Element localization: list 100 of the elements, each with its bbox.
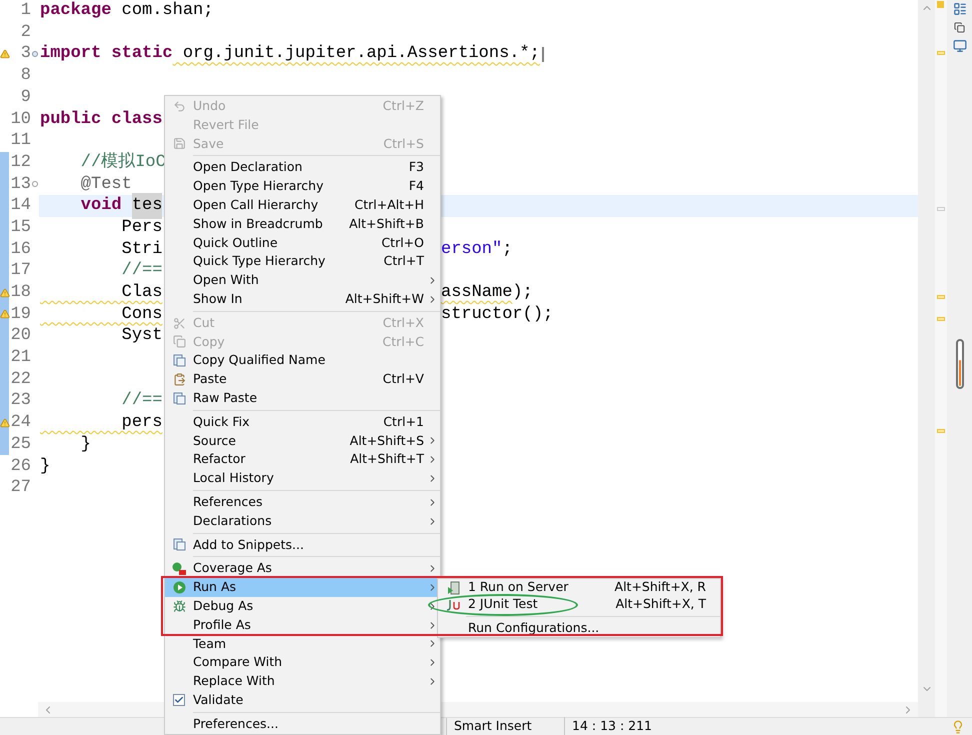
overview-marker[interactable] xyxy=(937,317,945,321)
menu-item[interactable]: Run Configurations... xyxy=(438,620,720,637)
shortcut-text: Alt+Shift+B xyxy=(349,214,424,233)
overview-marker[interactable] xyxy=(937,51,945,55)
paste-icon xyxy=(172,373,186,386)
undo-icon xyxy=(172,100,186,113)
folded-code-box[interactable] xyxy=(542,46,544,62)
code-token: //模拟IoC xyxy=(80,150,166,174)
outline-icon[interactable] xyxy=(952,2,966,16)
menu-item[interactable]: Quick Type Hierarchy Ctrl+T xyxy=(165,252,440,272)
code-token: Cons xyxy=(120,304,162,326)
coverage-icon xyxy=(172,562,186,576)
line-number: 25 xyxy=(10,434,31,456)
menu-item[interactable]: 2 JUnit Test Alt+Shift+X, T xyxy=(438,596,720,613)
heap-meter xyxy=(956,339,964,389)
menu-item[interactable]: Paste Ctrl+V xyxy=(165,370,440,389)
code-token: Pers xyxy=(120,216,162,239)
menu-item[interactable]: Open Declaration F3 xyxy=(165,158,440,178)
code-token: package xyxy=(40,0,112,22)
code-token: } xyxy=(80,434,92,456)
lightbulb-icon[interactable] xyxy=(951,720,965,734)
code-token: ); xyxy=(512,282,533,304)
code-token: public class xyxy=(40,108,162,131)
menu-item[interactable]: Quick Outline Ctrl+O xyxy=(165,234,440,252)
menu-item[interactable]: Copy Qualified Name xyxy=(165,351,440,370)
menu-item[interactable]: Profile As xyxy=(165,616,440,635)
warning-icon[interactable] xyxy=(0,418,10,428)
line-number: 11 xyxy=(10,130,31,152)
insert-mode: Smart Insert xyxy=(447,717,565,735)
menu-item[interactable]: Run As xyxy=(165,578,440,597)
menu-item[interactable]: 1 Run on Server Alt+Shift+X, R xyxy=(438,579,720,596)
menu-item[interactable]: Local History xyxy=(165,469,440,488)
restore-icon[interactable] xyxy=(954,22,965,33)
menu-item[interactable]: Debug As xyxy=(165,596,440,616)
save-icon xyxy=(172,137,186,150)
menu-item[interactable]: Preferences... xyxy=(165,714,440,734)
copy-name-icon xyxy=(172,354,186,368)
code-token: com.shan; xyxy=(120,0,214,22)
shortcut-text: Alt+Shift+W xyxy=(345,290,424,308)
line-number: 14 xyxy=(10,195,31,218)
code-token: Stri xyxy=(120,238,162,261)
snippet-icon xyxy=(172,538,186,552)
line-number: 23 xyxy=(10,390,31,412)
line-number: 3 xyxy=(20,43,31,66)
console-icon[interactable] xyxy=(952,39,966,53)
code-token: //== xyxy=(120,390,162,412)
menu-item[interactable]: Open With xyxy=(165,271,440,290)
cut-icon xyxy=(172,316,186,330)
menu-item[interactable]: Show in Breadcrumb Alt+Shift+B xyxy=(165,214,440,234)
menu-item[interactable]: Declarations xyxy=(165,512,440,531)
code-token: assName xyxy=(441,282,512,304)
code-token: //== xyxy=(120,260,162,282)
collapse-fold-icon[interactable] xyxy=(32,181,38,188)
shortcut-text: Ctrl+Alt+H xyxy=(354,196,424,214)
menu-item[interactable]: References xyxy=(165,492,440,512)
menu-item[interactable]: Replace With xyxy=(165,672,440,691)
menu-item[interactable]: Raw Paste xyxy=(165,388,440,408)
overview-marker[interactable] xyxy=(937,429,945,433)
code-token: org.junit.jupiter.api.Assertions.*; xyxy=(182,43,540,66)
copy-icon xyxy=(172,335,186,348)
paste-icon xyxy=(172,392,186,405)
menu-item[interactable]: Open Type Hierarchy F4 xyxy=(165,177,440,196)
vertical-scrollbar[interactable] xyxy=(918,0,935,717)
line-number: 26 xyxy=(10,456,31,478)
overview-marker[interactable] xyxy=(937,295,945,299)
server-icon xyxy=(446,580,460,594)
shortcut-text: Alt+Shift+X, R xyxy=(614,578,706,596)
line-number: 13 xyxy=(10,174,31,196)
line-number: 10 xyxy=(10,108,31,131)
menu-item[interactable]: Quick Fix Ctrl+1 xyxy=(165,412,440,432)
warning-icon[interactable] xyxy=(0,288,10,298)
line-number: 9 xyxy=(20,86,31,109)
menu-item[interactable]: Compare With xyxy=(165,653,440,672)
expand-fold-icon[interactable] xyxy=(32,51,38,58)
menu-item[interactable]: Validate xyxy=(165,690,440,710)
menu-item[interactable]: Coverage As xyxy=(165,559,440,578)
code-token: tes xyxy=(132,193,162,219)
overview-marker[interactable] xyxy=(937,1,944,8)
menu-item[interactable]: Refactor Alt+Shift+T xyxy=(165,450,440,470)
warning-icon[interactable] xyxy=(0,309,10,320)
shortcut-text: F3 xyxy=(408,158,424,176)
shortcut-text: Ctrl+O xyxy=(381,234,424,252)
menu-item[interactable]: Open Call Hierarchy Ctrl+Alt+H xyxy=(165,196,440,215)
line-number: 24 xyxy=(10,412,31,434)
warning-icon[interactable] xyxy=(0,49,10,60)
shortcut-text: Ctrl+Z xyxy=(382,97,424,116)
checkbox[interactable] xyxy=(173,694,185,706)
menu-item[interactable]: Source Alt+Shift+S xyxy=(165,432,440,450)
code-token: structor(); xyxy=(441,304,554,326)
menu-item[interactable]: Show In Alt+Shift+W xyxy=(165,290,440,309)
menu-item[interactable]: Team xyxy=(165,634,440,654)
line-number: 19 xyxy=(10,304,31,326)
shortcut-text: Alt+Shift+T xyxy=(350,450,424,468)
line-number: 17 xyxy=(10,260,31,282)
code-token: import static xyxy=(40,43,173,66)
line-number: 20 xyxy=(10,325,31,348)
code-token: pers xyxy=(120,412,162,434)
overview-marker[interactable] xyxy=(937,207,945,211)
line-number: 18 xyxy=(10,282,31,304)
menu-item[interactable]: Add to Snippets... xyxy=(165,536,440,554)
